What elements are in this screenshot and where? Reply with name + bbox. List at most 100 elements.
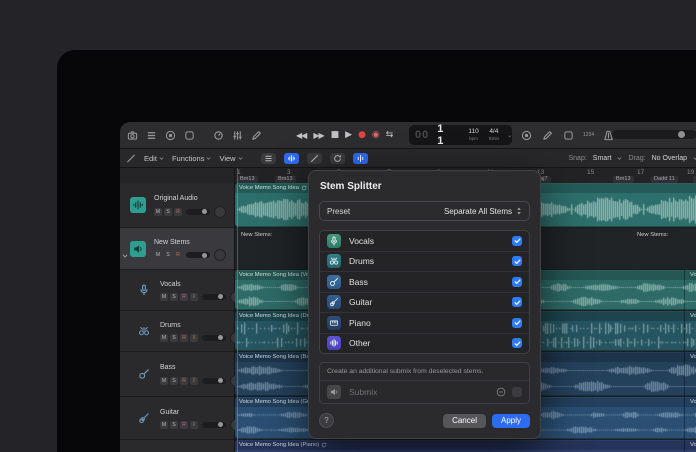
track-i-button[interactable]: I [190, 420, 198, 429]
audio-region[interactable]: Voice Memo Song Idea (Piano) Voice Memo S… [235, 440, 696, 452]
track-r-button[interactable]: R [180, 420, 188, 429]
master-volume-knob[interactable] [678, 131, 685, 138]
toolbar-icon[interactable] [183, 129, 196, 142]
other-icon [327, 336, 341, 351]
track-s-button[interactable]: S [170, 333, 178, 342]
preset-label: Preset [327, 206, 351, 216]
stem-checkbox[interactable] [512, 338, 522, 349]
track-m-button[interactable]: M [160, 420, 168, 429]
stem-checkbox[interactable] [512, 256, 522, 267]
track-r-button[interactable]: R [180, 376, 188, 385]
stem-row-bass: Bass [320, 272, 529, 293]
track-i-button[interactable]: I [190, 376, 198, 385]
track-volume-slider[interactable] [202, 334, 226, 341]
track-s-button[interactable]: S [170, 292, 178, 301]
drums-icon [136, 323, 152, 339]
track-m-button[interactable]: M [160, 292, 168, 301]
inspector-icon[interactable] [145, 129, 158, 142]
track-s-button[interactable]: S [164, 251, 172, 260]
stop-button[interactable]: ■ [331, 130, 339, 140]
quick-help-icon[interactable] [164, 129, 177, 142]
track-m-button[interactable]: M [154, 207, 162, 216]
play-button[interactable]: ▶ [345, 130, 352, 140]
chord-marker[interactable]: Bm13 [237, 175, 258, 183]
lcd-display[interactable]: 00 1 1 110 bpm 4/4 Bmin ⌄ [409, 123, 512, 147]
functions-menu[interactable]: Functions [172, 154, 212, 163]
track-volume-slider[interactable] [186, 208, 210, 215]
stem-checkbox[interactable] [512, 235, 522, 246]
preset-dropdown[interactable]: Preset Separate All Stems [319, 201, 530, 221]
stem-splitter-dialog: Stem Splitter Preset Separate All Stems … [308, 170, 541, 439]
track-s-button[interactable]: S [170, 420, 178, 429]
track-r-button[interactable]: R [180, 292, 188, 301]
forward-button[interactable]: ▶▶ [313, 131, 324, 140]
cancel-button[interactable]: Cancel [443, 413, 486, 428]
stem-row-piano: Piano [320, 313, 529, 334]
loop-view-button[interactable] [329, 152, 345, 164]
track-r-button[interactable]: R [174, 207, 182, 216]
track-header-new-stems[interactable]: New Stems M S R [120, 228, 234, 270]
snap-chevron-icon[interactable] [617, 156, 622, 161]
track-s-button[interactable]: S [170, 376, 178, 385]
track-r-button[interactable]: R [180, 333, 188, 342]
rows-view-button[interactable] [260, 152, 276, 164]
smart-controls-icon[interactable] [212, 129, 225, 142]
master-volume-slider[interactable] [612, 130, 696, 139]
track-i-button[interactable]: I [190, 333, 198, 342]
mixer-icon[interactable] [231, 129, 244, 142]
track-header-piano[interactable]: PianoMSRI [120, 440, 234, 452]
track-header-guitar[interactable]: Guitar M S R I [120, 397, 242, 440]
submix-speaker-icon [327, 385, 341, 399]
waveform-view-button[interactable] [283, 152, 299, 164]
track-header-vocals[interactable]: Vocals M S R I [120, 270, 242, 311]
automation-icon[interactable] [126, 152, 136, 165]
stem-checkbox[interactable] [512, 297, 522, 308]
apply-button[interactable]: Apply [491, 413, 530, 428]
chord-marker[interactable]: Bm13 [275, 175, 296, 183]
snap-value-dropdown[interactable]: Smart [593, 155, 612, 162]
lcd-chevron-icon[interactable]: ⌄ [507, 132, 512, 139]
count-in-icon[interactable]: 1234 [583, 129, 594, 142]
submix-checkbox[interactable] [512, 387, 522, 397]
track-i-button[interactable]: I [190, 292, 198, 301]
edit-menu[interactable]: Edit [144, 154, 164, 163]
rewind-button[interactable]: ◀◀ [296, 131, 307, 140]
help-button[interactable]: ? [319, 413, 334, 428]
stem-checkbox[interactable] [512, 317, 522, 328]
track-m-button[interactable]: M [160, 333, 168, 342]
track-volume-slider[interactable] [202, 421, 226, 428]
cycle-button[interactable]: ⇆ [386, 130, 393, 140]
track-volume-slider[interactable] [202, 293, 226, 300]
editors-icon[interactable] [250, 129, 263, 142]
remove-submix-icon[interactable] [496, 387, 506, 397]
track-pan-knob[interactable] [214, 249, 226, 262]
drag-value-dropdown[interactable]: No Overlap [652, 155, 687, 162]
playhead[interactable] [237, 168, 238, 452]
record-button[interactable]: ● [358, 130, 366, 140]
track-s-button[interactable]: S [164, 207, 172, 216]
flex-view-button[interactable] [352, 152, 368, 164]
view-menu[interactable]: View [219, 154, 242, 163]
stem-checkbox[interactable] [512, 276, 522, 287]
track-header-drums[interactable]: Drums M S R I [120, 311, 242, 352]
waveform-icon [130, 197, 146, 213]
track-volume-slider[interactable] [202, 377, 226, 384]
track-volume-slider[interactable] [186, 252, 210, 259]
solo-box-icon[interactable] [562, 129, 575, 142]
track-header-bass[interactable]: Bass M S R I [120, 352, 242, 397]
chord-marker[interactable]: Dadd 11 [651, 175, 678, 183]
stem-name: Guitar [349, 297, 373, 308]
tuner-icon[interactable] [520, 129, 533, 142]
track-header-original-audio[interactable]: Original Audio M S R [120, 183, 234, 228]
pencil-icon[interactable] [541, 129, 554, 142]
track-m-button[interactable]: M [154, 251, 162, 260]
capture-recording-icon[interactable]: ◉ [372, 130, 380, 140]
disclosure-triangle-icon[interactable] [122, 246, 128, 264]
automation-view-button[interactable] [306, 152, 322, 164]
track-r-button[interactable]: R [174, 251, 182, 260]
track-m-button[interactable]: M [160, 376, 168, 385]
track-pan-knob[interactable] [214, 205, 226, 218]
marketing-background: ◀◀ ▶▶ ■ ▶ ● ◉ ⇆ 00 1 1 110 bpm 4/4 Bmin … [0, 0, 696, 452]
chord-marker[interactable]: Bm13 [613, 175, 634, 183]
library-icon[interactable] [126, 129, 139, 142]
